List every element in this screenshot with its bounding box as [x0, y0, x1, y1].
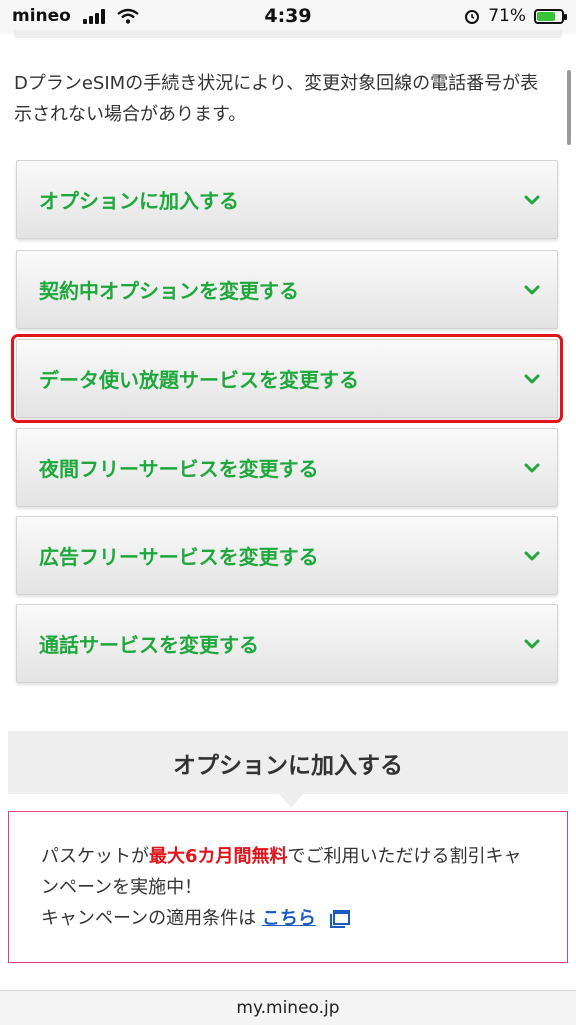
section-title: オプションに加入する [173, 752, 403, 779]
option-label: 契約中オプションを変更する [39, 279, 299, 303]
option-label: 通話サービスを変更する [39, 633, 259, 657]
campaign-highlight: 最大6カ月間無料 [149, 846, 288, 867]
alarm-icon [465, 10, 480, 24]
section-heading: オプションに加入する [8, 731, 568, 794]
chevron-down-icon [524, 285, 540, 294]
chevron-down-icon [524, 374, 540, 383]
chevron-down-icon [524, 463, 540, 472]
campaign-text-before: パスケットが [41, 846, 149, 867]
option-join-button[interactable]: オプションに加入する [16, 160, 558, 239]
url-text: my.mineo.jp [236, 998, 340, 1018]
option-data-unlimited-button[interactable]: データ使い放題サービスを変更する [11, 334, 563, 423]
campaign-box: パスケットが最大6カ月間無料でご利用いただける割引キャンペーンを実施中！ キャン… [8, 811, 568, 963]
option-label: オプションに加入する [39, 189, 239, 213]
external-link-icon[interactable] [329, 910, 350, 928]
option-label: データ使い放題サービスを変更する [39, 368, 359, 392]
chevron-down-icon [524, 639, 540, 648]
scrollbar[interactable] [567, 70, 571, 145]
campaign-link[interactable]: こちら [262, 908, 316, 929]
campaign-condition-text: キャンペーンの適用条件は [41, 908, 257, 929]
option-ad-free-button[interactable]: 広告フリーサービスを変更する [16, 516, 558, 595]
option-label: 夜間フリーサービスを変更する [39, 457, 319, 481]
chevron-down-icon [524, 195, 540, 204]
option-night-free-button[interactable]: 夜間フリーサービスを変更する [16, 428, 558, 507]
option-change-contract-button[interactable]: 契約中オプションを変更する [16, 250, 558, 329]
chevron-down-icon [524, 551, 540, 560]
battery-percent: 71% [488, 6, 526, 26]
option-label: 広告フリーサービスを変更する [39, 545, 319, 569]
section-pointer [279, 794, 303, 808]
top-strip [14, 30, 562, 38]
option-call-service-button[interactable]: 通話サービスを変更する [16, 604, 558, 683]
battery-fill [537, 11, 556, 21]
url-bar[interactable]: my.mineo.jp [0, 990, 576, 1025]
battery-icon [534, 8, 567, 24]
status-bar: mineo 4:39 71% [0, 0, 576, 34]
notice-text: DプランeSIMの手続き状況により、変更対象回線の電話番号が表示されない場合があ… [14, 73, 539, 125]
status-right: 71% [464, 6, 567, 26]
